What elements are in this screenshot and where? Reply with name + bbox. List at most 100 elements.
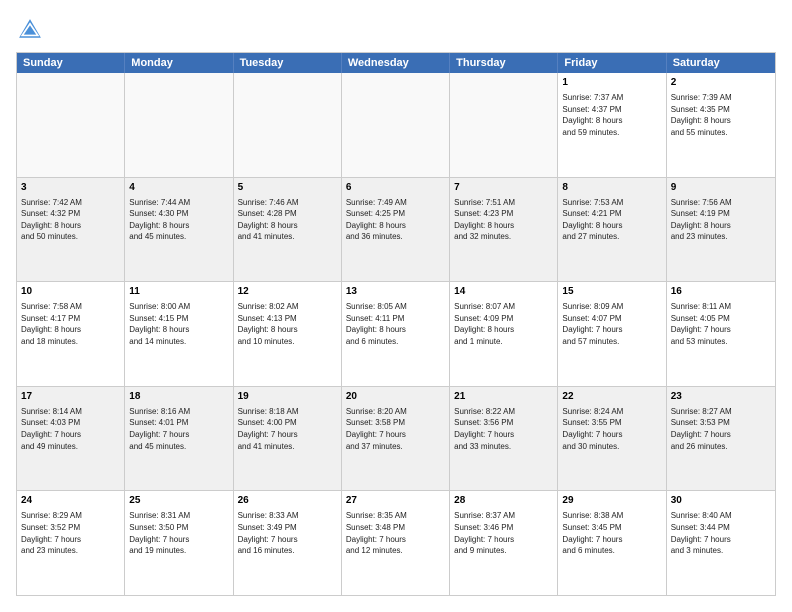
day-info: Sunrise: 7:42 AM Sunset: 4:32 PM Dayligh… — [21, 197, 120, 243]
day-info: Sunrise: 8:09 AM Sunset: 4:07 PM Dayligh… — [562, 301, 661, 347]
logo-icon — [16, 16, 44, 44]
empty-cell-0-4 — [450, 73, 558, 177]
day-number: 17 — [21, 390, 120, 404]
day-info: Sunrise: 8:37 AM Sunset: 3:46 PM Dayligh… — [454, 510, 553, 556]
day-number: 12 — [238, 285, 337, 299]
day-cell-4: 4Sunrise: 7:44 AM Sunset: 4:30 PM Daylig… — [125, 178, 233, 282]
day-number: 20 — [346, 390, 445, 404]
day-cell-2: 2Sunrise: 7:39 AM Sunset: 4:35 PM Daylig… — [667, 73, 775, 177]
day-number: 2 — [671, 76, 771, 90]
empty-cell-0-2 — [234, 73, 342, 177]
day-info: Sunrise: 8:14 AM Sunset: 4:03 PM Dayligh… — [21, 406, 120, 452]
day-number: 26 — [238, 494, 337, 508]
day-cell-26: 26Sunrise: 8:33 AM Sunset: 3:49 PM Dayli… — [234, 491, 342, 595]
day-number: 15 — [562, 285, 661, 299]
day-cell-8: 8 Sunrise: 7:53 AM Sunset: 4:21 PM Daylig… — [558, 178, 666, 282]
day-info: Sunrise: 8:24 AM Sunset: 3:55 PM Dayligh… — [562, 406, 661, 452]
day-number: 1 — [562, 76, 661, 90]
empty-cell-0-0 — [17, 73, 125, 177]
day-number: 5 — [238, 181, 337, 195]
calendar: SundayMondayTuesdayWednesdayThursdayFrid… — [16, 52, 776, 596]
day-cell-21: 21 Sunrise: 8:22 AM Sunset: 3:56 PM Dayli… — [450, 387, 558, 491]
calendar-row-0: 1 Sunrise: 7:37 AM Sunset: 4:37 PM Daylig… — [17, 73, 775, 177]
day-info: Sunrise: 8:16 AM Sunset: 4:01 PM Dayligh… — [129, 406, 228, 452]
day-info: Sunrise: 7:51 AM Sunset: 4:23 PM Dayligh… — [454, 197, 553, 243]
day-cell-22: 22 Sunrise: 8:24 AM Sunset: 3:55 PM Dayli… — [558, 387, 666, 491]
day-info: Sunrise: 7:44 AM Sunset: 4:30 PM Dayligh… — [129, 197, 228, 243]
day-cell-11: 11 Sunrise: 8:00 AM Sunset: 4:15 PM Dayli… — [125, 282, 233, 386]
day-info: Sunrise: 7:56 AM Sunset: 4:19 PM Dayligh… — [671, 197, 771, 243]
day-number: 30 — [671, 494, 771, 508]
day-cell-19: 19 Sunrise: 8:18 AM Sunset: 4:00 PM Dayli… — [234, 387, 342, 491]
day-cell-13: 13Sunrise: 8:05 AM Sunset: 4:11 PM Dayli… — [342, 282, 450, 386]
day-cell-16: 16 Sunrise: 8:11 AM Sunset: 4:05 PM Dayli… — [667, 282, 775, 386]
day-number: 3 — [21, 181, 120, 195]
calendar-body: 1 Sunrise: 7:37 AM Sunset: 4:37 PM Daylig… — [17, 73, 775, 595]
calendar-row-3: 17 Sunrise: 8:14 AM Sunset: 4:03 PM Dayli… — [17, 386, 775, 491]
day-cell-27: 27 Sunrise: 8:35 AM Sunset: 3:48 PM Dayli… — [342, 491, 450, 595]
day-number: 13 — [346, 285, 445, 299]
day-cell-24: 24 Sunrise: 8:29 AM Sunset: 3:52 PM Dayli… — [17, 491, 125, 595]
day-number: 19 — [238, 390, 337, 404]
day-cell-29: 29 Sunrise: 8:38 AM Sunset: 3:45 PM Dayli… — [558, 491, 666, 595]
day-info: Sunrise: 8:31 AM Sunset: 3:50 PM Dayligh… — [129, 510, 228, 556]
day-number: 18 — [129, 390, 228, 404]
day-number: 21 — [454, 390, 553, 404]
day-number: 23 — [671, 390, 771, 404]
day-number: 16 — [671, 285, 771, 299]
day-number: 27 — [346, 494, 445, 508]
day-cell-14: 14 Sunrise: 8:07 AM Sunset: 4:09 PM Dayli… — [450, 282, 558, 386]
day-cell-12: 12 Sunrise: 8:02 AM Sunset: 4:13 PM Dayli… — [234, 282, 342, 386]
day-info: Sunrise: 8:22 AM Sunset: 3:56 PM Dayligh… — [454, 406, 553, 452]
day-cell-20: 20 Sunrise: 8:20 AM Sunset: 3:58 PM Dayli… — [342, 387, 450, 491]
day-cell-3: 3 Sunrise: 7:42 AM Sunset: 4:32 PM Daylig… — [17, 178, 125, 282]
day-number: 11 — [129, 285, 228, 299]
day-number: 25 — [129, 494, 228, 508]
empty-cell-0-3 — [342, 73, 450, 177]
logo — [16, 16, 48, 44]
day-number: 7 — [454, 181, 553, 195]
day-info: Sunrise: 8:07 AM Sunset: 4:09 PM Dayligh… — [454, 301, 553, 347]
day-cell-5: 5 Sunrise: 7:46 AM Sunset: 4:28 PM Daylig… — [234, 178, 342, 282]
day-cell-7: 7 Sunrise: 7:51 AM Sunset: 4:23 PM Daylig… — [450, 178, 558, 282]
day-number: 14 — [454, 285, 553, 299]
header-day-tuesday: Tuesday — [234, 53, 342, 73]
day-cell-9: 9 Sunrise: 7:56 AM Sunset: 4:19 PM Daylig… — [667, 178, 775, 282]
day-cell-25: 25 Sunrise: 8:31 AM Sunset: 3:50 PM Dayli… — [125, 491, 233, 595]
day-number: 10 — [21, 285, 120, 299]
day-cell-10: 10Sunrise: 7:58 AM Sunset: 4:17 PM Dayli… — [17, 282, 125, 386]
day-cell-18: 18 Sunrise: 8:16 AM Sunset: 4:01 PM Dayli… — [125, 387, 233, 491]
day-info: Sunrise: 8:20 AM Sunset: 3:58 PM Dayligh… — [346, 406, 445, 452]
day-cell-30: 30Sunrise: 8:40 AM Sunset: 3:44 PM Dayli… — [667, 491, 775, 595]
day-info: Sunrise: 8:29 AM Sunset: 3:52 PM Dayligh… — [21, 510, 120, 556]
day-info: Sunrise: 8:02 AM Sunset: 4:13 PM Dayligh… — [238, 301, 337, 347]
day-number: 9 — [671, 181, 771, 195]
header — [16, 16, 776, 44]
day-info: Sunrise: 8:18 AM Sunset: 4:00 PM Dayligh… — [238, 406, 337, 452]
day-cell-23: 23 Sunrise: 8:27 AM Sunset: 3:53 PM Dayli… — [667, 387, 775, 491]
header-day-sunday: Sunday — [17, 53, 125, 73]
day-cell-6: 6Sunrise: 7:49 AM Sunset: 4:25 PM Daylig… — [342, 178, 450, 282]
empty-cell-0-1 — [125, 73, 233, 177]
day-info: Sunrise: 7:46 AM Sunset: 4:28 PM Dayligh… — [238, 197, 337, 243]
day-number: 29 — [562, 494, 661, 508]
day-info: Sunrise: 8:35 AM Sunset: 3:48 PM Dayligh… — [346, 510, 445, 556]
day-info: Sunrise: 7:37 AM Sunset: 4:37 PM Dayligh… — [562, 92, 661, 138]
header-day-thursday: Thursday — [450, 53, 558, 73]
day-cell-15: 15 Sunrise: 8:09 AM Sunset: 4:07 PM Dayli… — [558, 282, 666, 386]
day-info: Sunrise: 8:00 AM Sunset: 4:15 PM Dayligh… — [129, 301, 228, 347]
day-info: Sunrise: 8:27 AM Sunset: 3:53 PM Dayligh… — [671, 406, 771, 452]
calendar-row-1: 3 Sunrise: 7:42 AM Sunset: 4:32 PM Daylig… — [17, 177, 775, 282]
header-day-monday: Monday — [125, 53, 233, 73]
day-info: Sunrise: 7:53 AM Sunset: 4:21 PM Dayligh… — [562, 197, 661, 243]
day-number: 24 — [21, 494, 120, 508]
header-day-friday: Friday — [558, 53, 666, 73]
day-number: 8 — [562, 181, 661, 195]
day-info: Sunrise: 8:11 AM Sunset: 4:05 PM Dayligh… — [671, 301, 771, 347]
day-info: Sunrise: 8:38 AM Sunset: 3:45 PM Dayligh… — [562, 510, 661, 556]
calendar-header: SundayMondayTuesdayWednesdayThursdayFrid… — [17, 53, 775, 73]
day-cell-1: 1 Sunrise: 7:37 AM Sunset: 4:37 PM Daylig… — [558, 73, 666, 177]
day-number: 22 — [562, 390, 661, 404]
calendar-row-2: 10Sunrise: 7:58 AM Sunset: 4:17 PM Dayli… — [17, 281, 775, 386]
header-day-saturday: Saturday — [667, 53, 775, 73]
